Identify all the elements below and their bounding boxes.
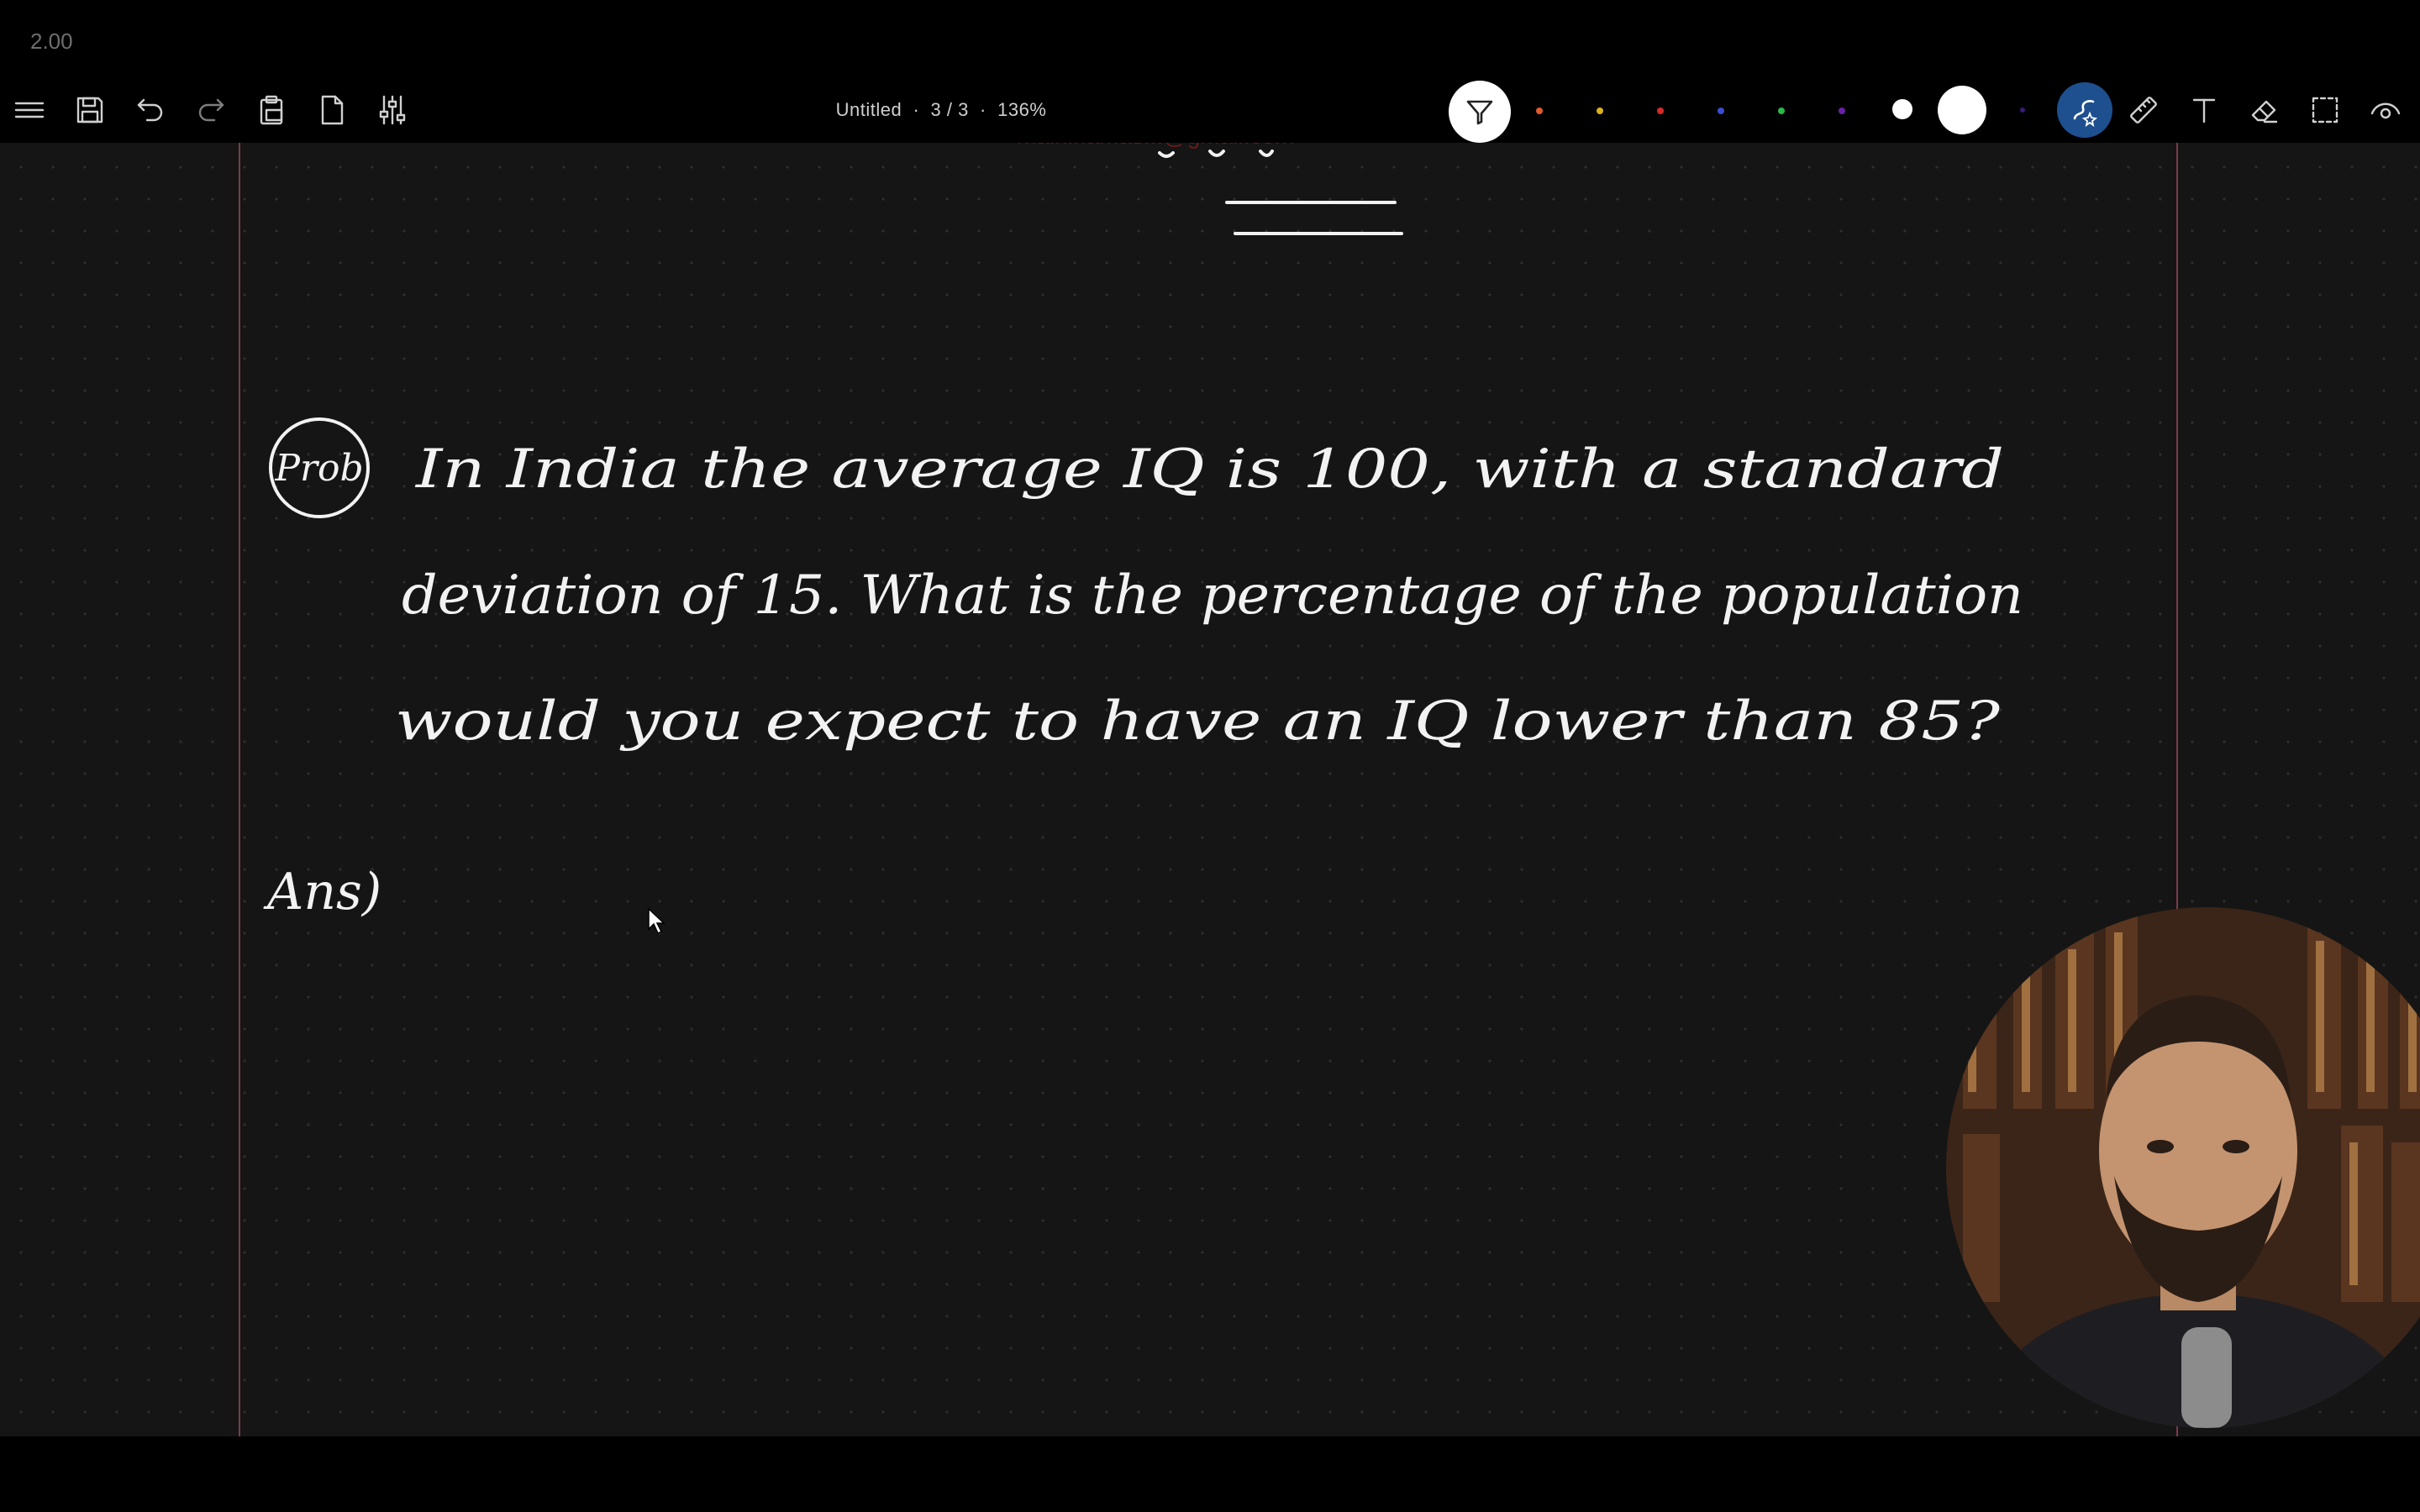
partial-heading-strokes	[1158, 150, 1274, 158]
color-swatch-white[interactable]	[1892, 99, 1912, 119]
prob-label: Prob	[274, 447, 363, 490]
eye-icon[interactable]	[2360, 77, 2411, 143]
color-swatch-purple[interactable]	[1839, 108, 1845, 114]
settings-sliders-icon[interactable]	[367, 77, 418, 143]
selection-icon[interactable]	[2300, 77, 2350, 143]
color-swatch-yellow[interactable]	[1597, 108, 1603, 114]
color-swatch-red[interactable]	[1657, 108, 1664, 114]
stroke-size-small[interactable]	[2020, 108, 2025, 113]
bottom-bar	[0, 1436, 2420, 1512]
funnel-pen-icon	[1466, 100, 1493, 125]
menu-icon[interactable]	[4, 77, 55, 143]
stroke-size-large[interactable]	[1938, 86, 1986, 134]
color-swatch-green[interactable]	[1778, 108, 1785, 114]
mouse-cursor-icon	[648, 907, 666, 935]
color-swatch-orange[interactable]	[1536, 108, 1543, 114]
zoom-level: 136%	[997, 99, 1047, 120]
page-indicator: 3 / 3	[930, 99, 969, 120]
redo-icon[interactable]	[186, 77, 236, 143]
page-icon[interactable]	[307, 77, 357, 143]
save-icon[interactable]	[65, 77, 115, 143]
version-label: 2.00	[30, 29, 73, 54]
color-swatch-blue[interactable]	[1718, 108, 1724, 114]
note-line-3: would you expect to have an IQ lower tha…	[395, 690, 2001, 753]
funnel-pen-tool[interactable]	[1449, 81, 1511, 143]
scribble-pen-icon	[2073, 99, 2098, 127]
document-info[interactable]: Untitled · 3 / 3 · 136%	[807, 99, 1076, 121]
eraser-icon[interactable]	[2239, 77, 2290, 143]
document-title: Untitled	[835, 99, 902, 120]
clipboard-icon[interactable]	[246, 77, 297, 143]
note-line-2: deviation of 15. What is the percentage …	[402, 564, 2023, 627]
scribble-pen-tool[interactable]	[2057, 82, 2112, 138]
text-icon[interactable]	[2179, 77, 2229, 143]
note-line-1: In India the average IQ is 100, with a s…	[415, 438, 2004, 501]
answer-label: Ans)	[263, 863, 381, 921]
ruler-icon[interactable]	[2118, 77, 2169, 143]
undo-icon[interactable]	[125, 77, 176, 143]
